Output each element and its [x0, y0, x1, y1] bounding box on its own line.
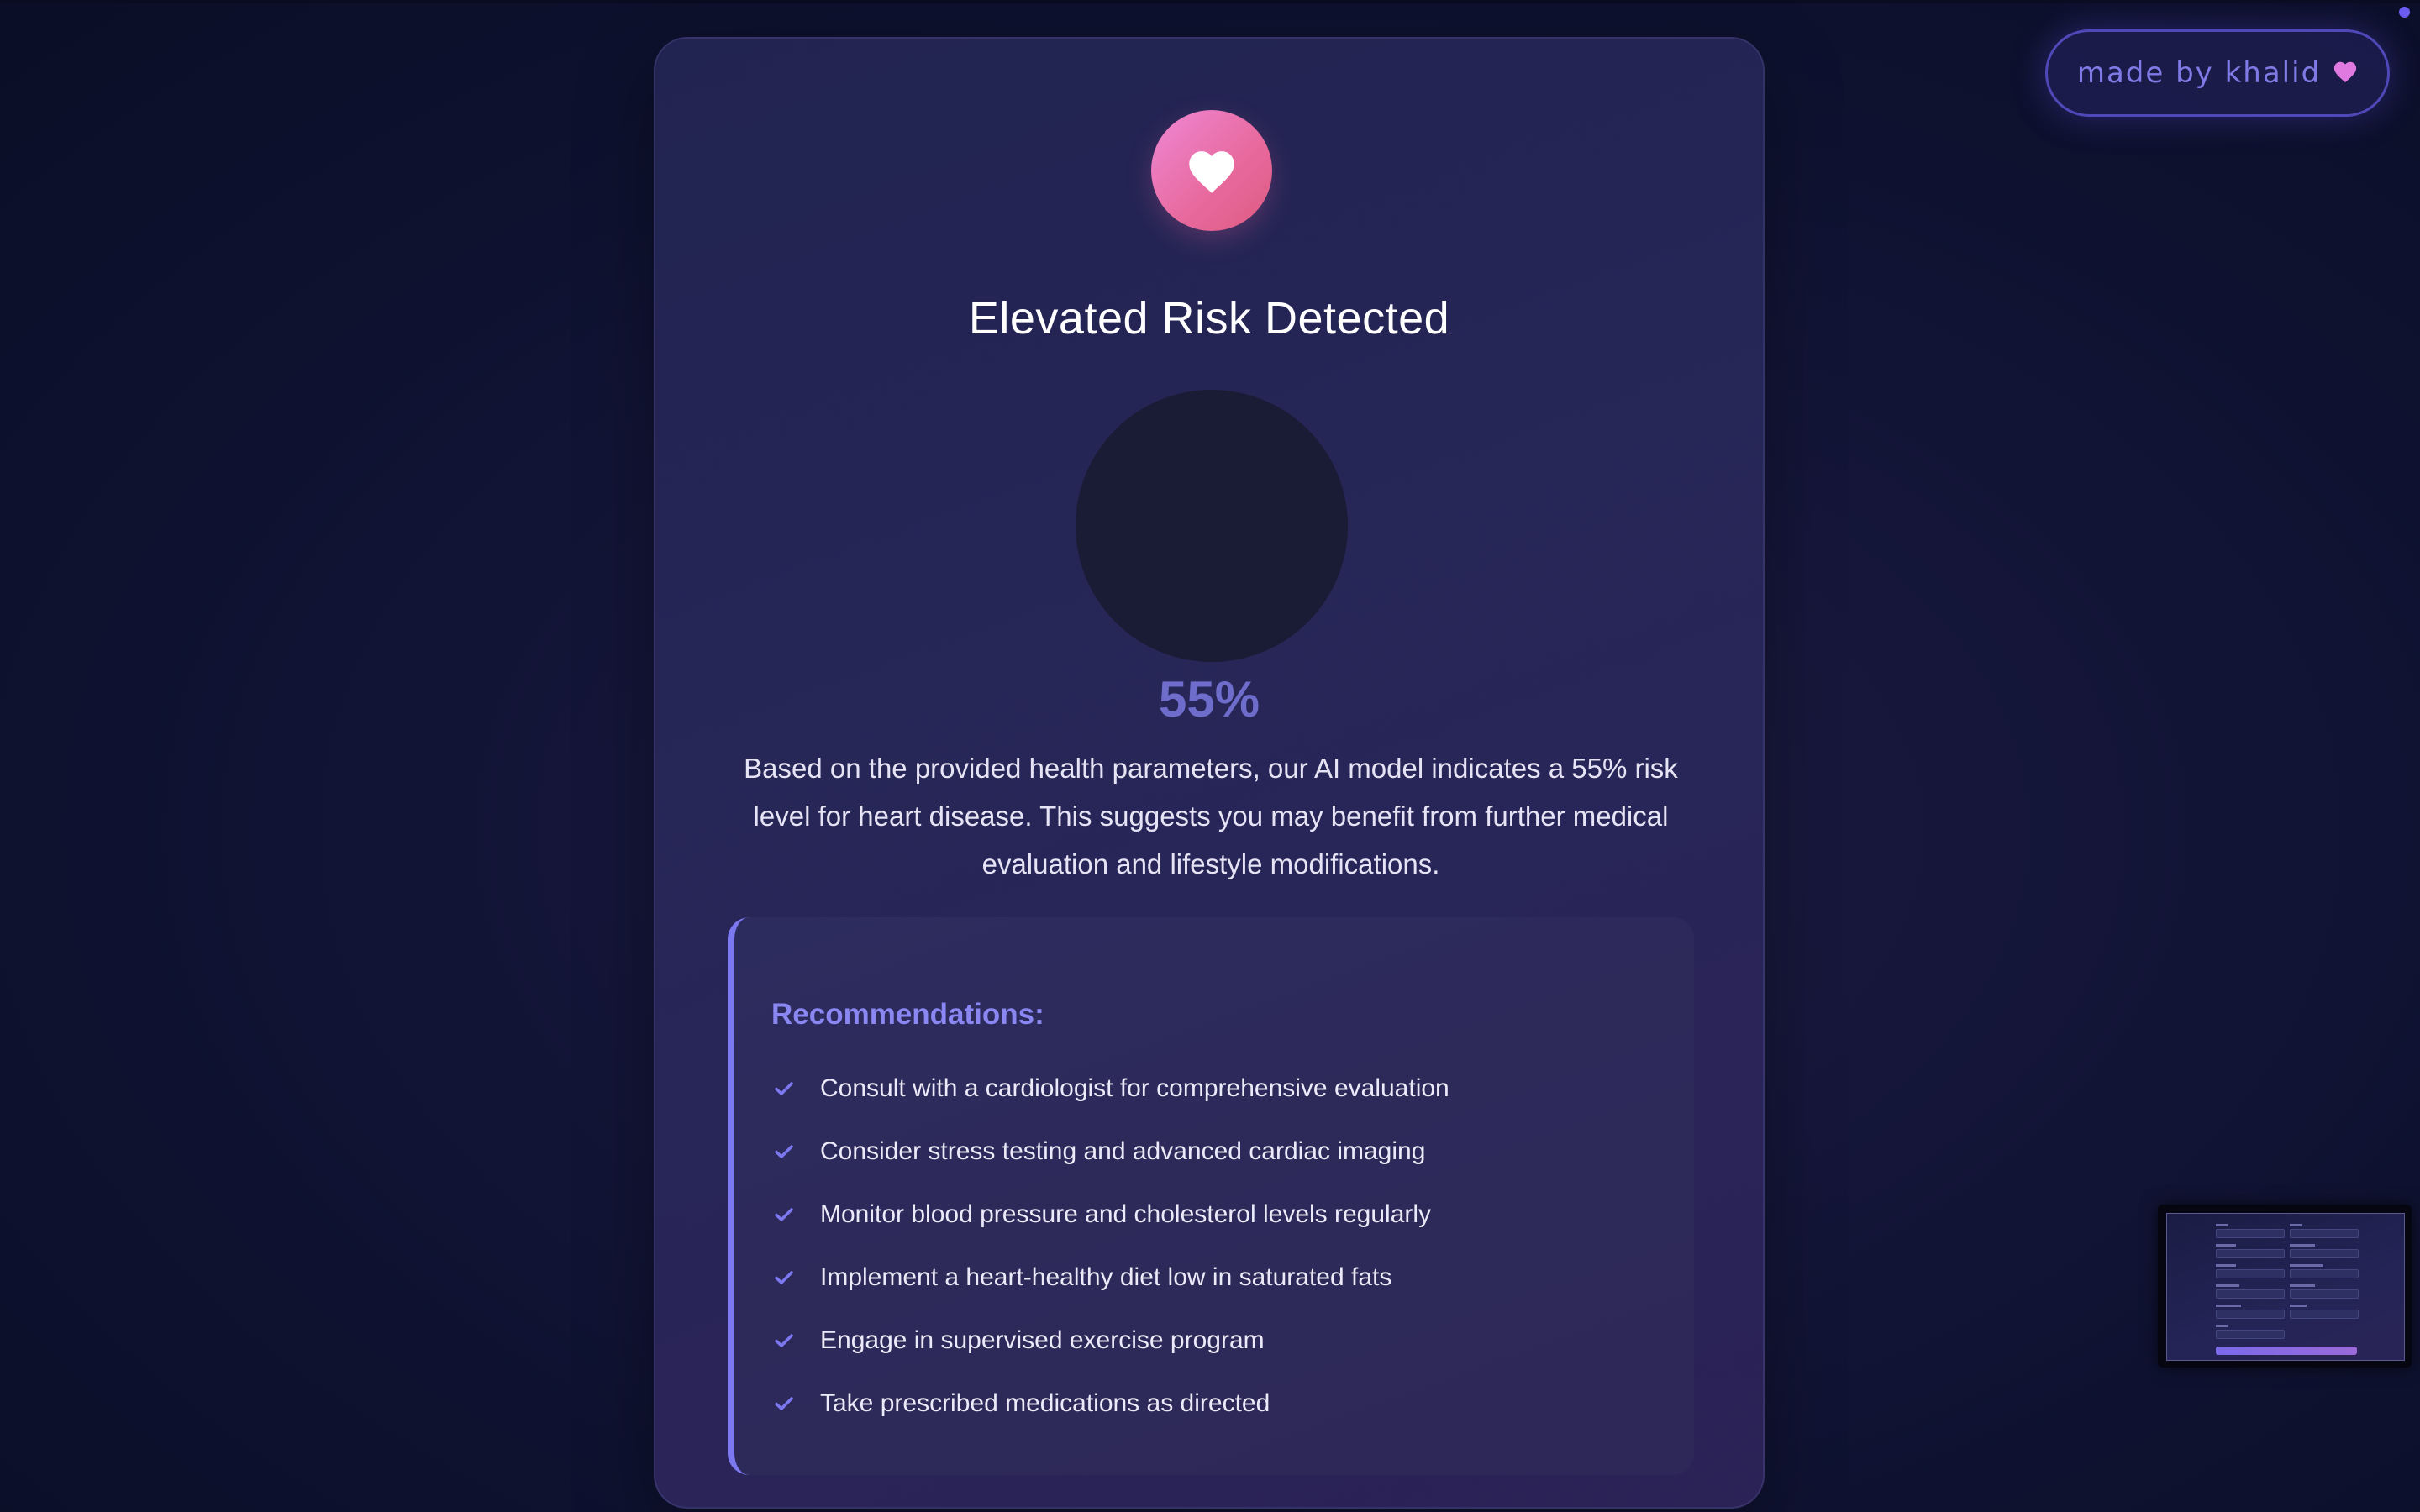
- preview-field: [2216, 1330, 2285, 1339]
- preview-field: [2216, 1310, 2285, 1319]
- status-dot: [2399, 7, 2410, 18]
- preview-field: [2216, 1289, 2285, 1299]
- list-item: Consider stress testing and advanced car…: [771, 1120, 1449, 1183]
- preview-label: [2290, 1264, 2323, 1267]
- recommendation-text: Implement a heart-healthy diet low in sa…: [820, 1263, 1392, 1291]
- preview-field: [2290, 1310, 2359, 1319]
- recommendations-panel: Recommendations: Consult with a cardiolo…: [728, 917, 1694, 1475]
- check-icon: [771, 1076, 797, 1101]
- preview-label: [2290, 1305, 2307, 1307]
- preview-field: [2216, 1229, 2285, 1238]
- list-item: Monitor blood pressure and cholesterol l…: [771, 1183, 1449, 1246]
- result-card: Elevated Risk Detected 55% Based on the …: [654, 37, 1765, 1509]
- check-icon: [771, 1328, 797, 1353]
- risk-percentage: 55%: [1158, 671, 1260, 727]
- preview-label: [2216, 1305, 2241, 1307]
- preview-field: [2290, 1289, 2359, 1299]
- risk-gauge: [1076, 390, 1348, 662]
- recommendation-text: Monitor blood pressure and cholesterol l…: [820, 1200, 1432, 1228]
- top-edge-line: [0, 0, 2420, 3]
- preview-field: [2290, 1229, 2359, 1238]
- preview-label: [2216, 1224, 2228, 1226]
- check-icon: [771, 1139, 797, 1164]
- preview-field: [2216, 1249, 2285, 1258]
- preview-label: [2290, 1224, 2302, 1226]
- preview-thumbnail[interactable]: [2158, 1205, 2412, 1368]
- heart-icon: [1189, 151, 1234, 193]
- made-by-label: made by khalid: [2076, 56, 2322, 90]
- result-title: Elevated Risk Detected: [968, 293, 1450, 344]
- list-item: Take prescribed medications as directed: [771, 1372, 1449, 1435]
- recommendation-text: Engage in supervised exercise program: [820, 1326, 1265, 1354]
- preview-label: [2216, 1244, 2236, 1247]
- preview-field: [2290, 1249, 2359, 1258]
- heart-icon: [2333, 60, 2358, 87]
- preview-label: [2216, 1284, 2239, 1287]
- check-icon: [771, 1391, 797, 1416]
- preview-screen: [2166, 1213, 2405, 1361]
- check-icon: [771, 1265, 797, 1290]
- recommendation-text: Take prescribed medications as directed: [820, 1389, 1270, 1417]
- list-item: Implement a heart-healthy diet low in sa…: [771, 1246, 1449, 1309]
- list-item: Engage in supervised exercise program: [771, 1309, 1449, 1372]
- preview-field: [2216, 1269, 2285, 1278]
- result-description: Based on the provided health parameters,…: [744, 753, 1678, 879]
- recommendation-text: Consider stress testing and advanced car…: [820, 1137, 1426, 1165]
- recommendations-list: Consult with a cardiologist for comprehe…: [771, 1057, 1449, 1435]
- preview-label: [2216, 1325, 2228, 1327]
- preview-label: [2290, 1244, 2315, 1247]
- preview-label: [2216, 1264, 2236, 1267]
- recommendations-title: Recommendations:: [771, 998, 1044, 1031]
- preview-field: [2290, 1269, 2359, 1278]
- made-by-badge[interactable]: made by khalid: [2045, 29, 2390, 117]
- list-item: Consult with a cardiologist for comprehe…: [771, 1057, 1449, 1120]
- recommendation-text: Consult with a cardiologist for comprehe…: [820, 1074, 1449, 1102]
- check-icon: [771, 1202, 797, 1227]
- preview-submit-button: [2216, 1347, 2357, 1355]
- preview-label: [2290, 1284, 2315, 1287]
- heart-badge: [1151, 110, 1272, 231]
